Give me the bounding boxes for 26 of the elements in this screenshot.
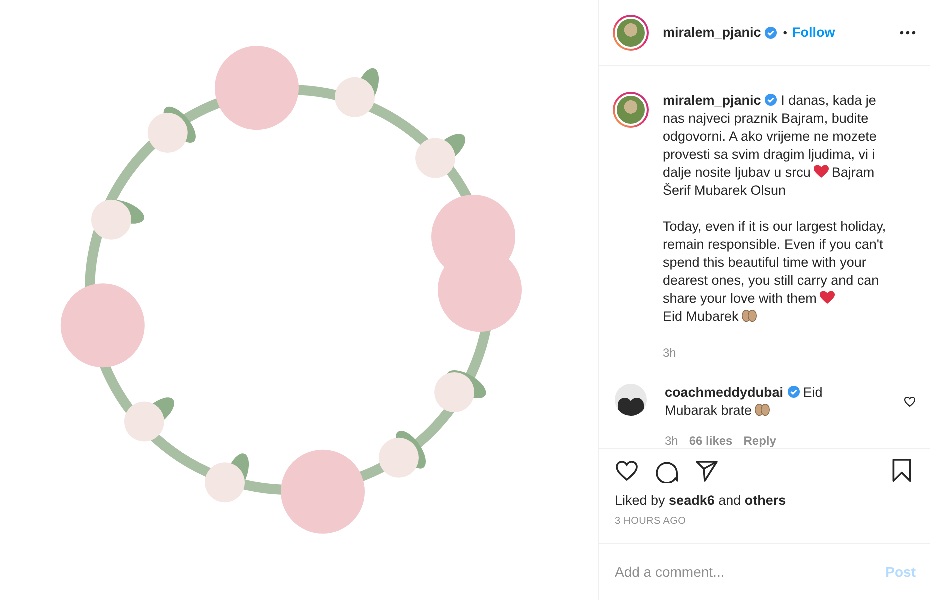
liked-by-text: Liked by seadk6 and others xyxy=(615,493,788,508)
open-hands-emoji-icon xyxy=(742,309,757,323)
open-hands-emoji-icon xyxy=(755,403,770,417)
like-heart-icon[interactable] xyxy=(904,396,916,408)
username-link[interactable]: coachmeddydubai xyxy=(665,385,784,400)
username-link[interactable]: miralem_pjanic xyxy=(663,25,762,40)
username-link[interactable]: miralem_pjanic xyxy=(663,93,762,108)
reply-link[interactable]: Reply xyxy=(744,432,776,448)
comment-bubble-icon[interactable] xyxy=(655,459,679,483)
comment-time: 3h xyxy=(665,433,678,448)
post-timestamp: 3 HOURS AGO xyxy=(615,516,688,527)
share-plane-icon[interactable] xyxy=(695,459,719,483)
caption-text: Today, even if it is our largest holiday, remain responsible. Even if you can't spend this beautiful time with your dearest ones, you still carry and can share your love with them Eid Mubarek xyxy=(663,218,888,326)
bookmark-icon[interactable] xyxy=(890,459,914,483)
heart-emoji-icon xyxy=(814,165,829,179)
caption-text: miralem_pjanic I danas, kada je nas najveci praznik Bajram, budite odgovorni. A ako vrijeme ne mozete provesti sa svim dragim ljudima, vi i dalje nosite ljubav u srcu Bajram Šerif Mubarek Olsun xyxy=(663,92,878,200)
likes-count-link[interactable]: 66 likes xyxy=(689,432,733,448)
post-time: 3h xyxy=(663,345,676,362)
heart-emoji-icon xyxy=(820,291,835,305)
comment-text: coachmeddydubai Eid Mubarak brate xyxy=(665,384,824,420)
separator-dot: • xyxy=(783,26,788,40)
more-options-icon[interactable] xyxy=(900,30,916,34)
avatar[interactable] xyxy=(615,384,647,416)
follow-button[interactable]: Follow xyxy=(792,25,836,40)
like-heart-icon[interactable] xyxy=(615,459,639,483)
comment-input-field[interactable]: Add a comment... xyxy=(615,564,886,580)
